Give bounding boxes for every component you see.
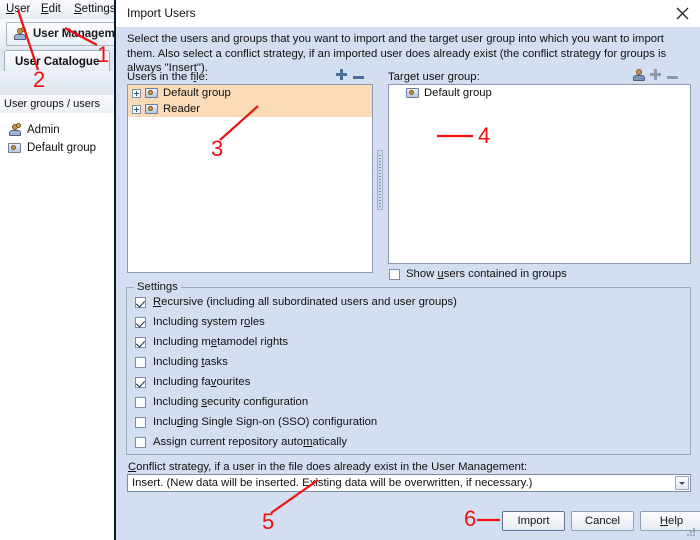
cancel-button[interactable]: Cancel — [571, 511, 634, 531]
dialog-title: Import Users — [127, 6, 196, 20]
expand-icon[interactable] — [132, 88, 141, 98]
setting-sso-configuration[interactable]: Including Single Sign-on (SSO) configura… — [135, 416, 377, 428]
settings-legend: Settings — [134, 281, 181, 293]
setting-recursive-label: Recursive (including all subordinated us… — [153, 296, 457, 308]
setting-recursive[interactable]: Recursive (including all subordinated us… — [135, 296, 457, 308]
dialog-titlebar: Import Users — [116, 0, 700, 28]
tree-item-default-group-label: Default group — [27, 141, 97, 154]
setting-system-roles-label: Including system roles — [153, 316, 265, 328]
tree-item-admin-label: Admin — [27, 123, 60, 136]
resize-grip[interactable] — [687, 528, 697, 538]
menu-item-settings[interactable]: Settings — [74, 3, 116, 15]
import-button[interactable]: Import — [502, 511, 565, 531]
list-item[interactable]: Default group — [128, 85, 372, 101]
users-in-file-label: Users in the file: — [127, 71, 209, 83]
remove-user-icon[interactable] — [352, 71, 365, 84]
setting-favourites-label: Including favourites — [153, 376, 251, 388]
list-item-label: Reader — [163, 103, 201, 115]
import-users-dialog: Import Users Select the users and groups… — [114, 0, 700, 540]
checkbox-box[interactable] — [135, 436, 146, 448]
user-group-icon — [8, 122, 22, 137]
target-user-group-list[interactable]: Default group — [388, 84, 691, 264]
show-users-in-groups-checkbox[interactable]: Show users contained in groups — [389, 268, 567, 280]
tab-user-catalogue-label: User Catalogue — [15, 55, 100, 68]
target-user-group-label: Target user group: — [388, 71, 480, 83]
checkbox-box[interactable] — [135, 416, 146, 428]
conflict-strategy-label: Conflict strategy, if a user in the file… — [128, 461, 528, 473]
panel-splitter[interactable] — [377, 150, 383, 210]
setting-security-configuration[interactable]: Including security configuration — [135, 396, 308, 408]
users-in-file-list[interactable]: Default group Reader — [127, 84, 373, 273]
setting-tasks[interactable]: Including tasks — [135, 356, 228, 368]
group-folder-icon — [145, 102, 159, 116]
checkbox-box[interactable] — [135, 296, 146, 308]
checkbox-box[interactable] — [135, 316, 146, 328]
setting-assign-repository-label: Assign current repository automatically — [153, 436, 348, 448]
select-user-icon[interactable] — [632, 68, 645, 81]
list-item-label: Default group — [163, 87, 231, 99]
checkbox-box[interactable] — [389, 268, 400, 280]
setting-tasks-label: Including tasks — [153, 356, 228, 368]
setting-metamodel-rights[interactable]: Including metamodel rights — [135, 336, 288, 348]
close-icon[interactable] — [674, 5, 691, 22]
user-management-icon — [13, 27, 27, 41]
setting-security-configuration-label: Including security configuration — [153, 396, 309, 408]
chevron-down-icon[interactable] — [675, 476, 689, 490]
setting-system-roles[interactable]: Including system roles — [135, 316, 265, 328]
tree-column-header-label: User groups / users — [4, 98, 100, 110]
conflict-strategy-select[interactable]: Insert. (New data will be inserted. Exis… — [127, 474, 691, 492]
dialog-description: Select the users and groups that you wan… — [127, 33, 667, 74]
menu-item-user[interactable]: User — [6, 3, 30, 15]
settings-groupbox — [126, 287, 691, 455]
show-users-in-groups-label: Show users contained in groups — [406, 268, 567, 280]
setting-metamodel-rights-label: Including metamodel rights — [153, 336, 289, 348]
setting-favourites[interactable]: Including favourites — [135, 376, 250, 388]
add-user-icon[interactable] — [335, 68, 348, 81]
checkbox-box[interactable] — [135, 396, 146, 408]
list-item[interactable]: Default group — [389, 85, 690, 101]
tree-item-admin[interactable]: Admin — [8, 121, 60, 138]
checkbox-box[interactable] — [135, 376, 146, 388]
setting-sso-configuration-label: Including Single Sign-on (SSO) configura… — [153, 416, 378, 428]
tree-item-default-group[interactable]: Default group — [8, 139, 96, 156]
group-folder-icon — [8, 141, 22, 155]
group-folder-icon — [406, 86, 420, 100]
expand-icon[interactable] — [132, 104, 141, 114]
list-item-label: Default group — [424, 87, 492, 99]
conflict-strategy-value: Insert. (New data will be inserted. Exis… — [132, 477, 533, 489]
setting-assign-repository[interactable]: Assign current repository automatically — [135, 436, 347, 448]
list-item[interactable]: Reader — [128, 101, 372, 117]
tab-user-catalogue[interactable]: User Catalogue — [4, 50, 111, 72]
menu-item-edit[interactable]: Edit — [41, 3, 61, 15]
add-target-icon[interactable] — [649, 68, 662, 81]
group-folder-icon — [145, 86, 159, 100]
checkbox-box[interactable] — [135, 336, 146, 348]
checkbox-box[interactable] — [135, 356, 146, 368]
remove-target-icon[interactable] — [666, 71, 679, 84]
